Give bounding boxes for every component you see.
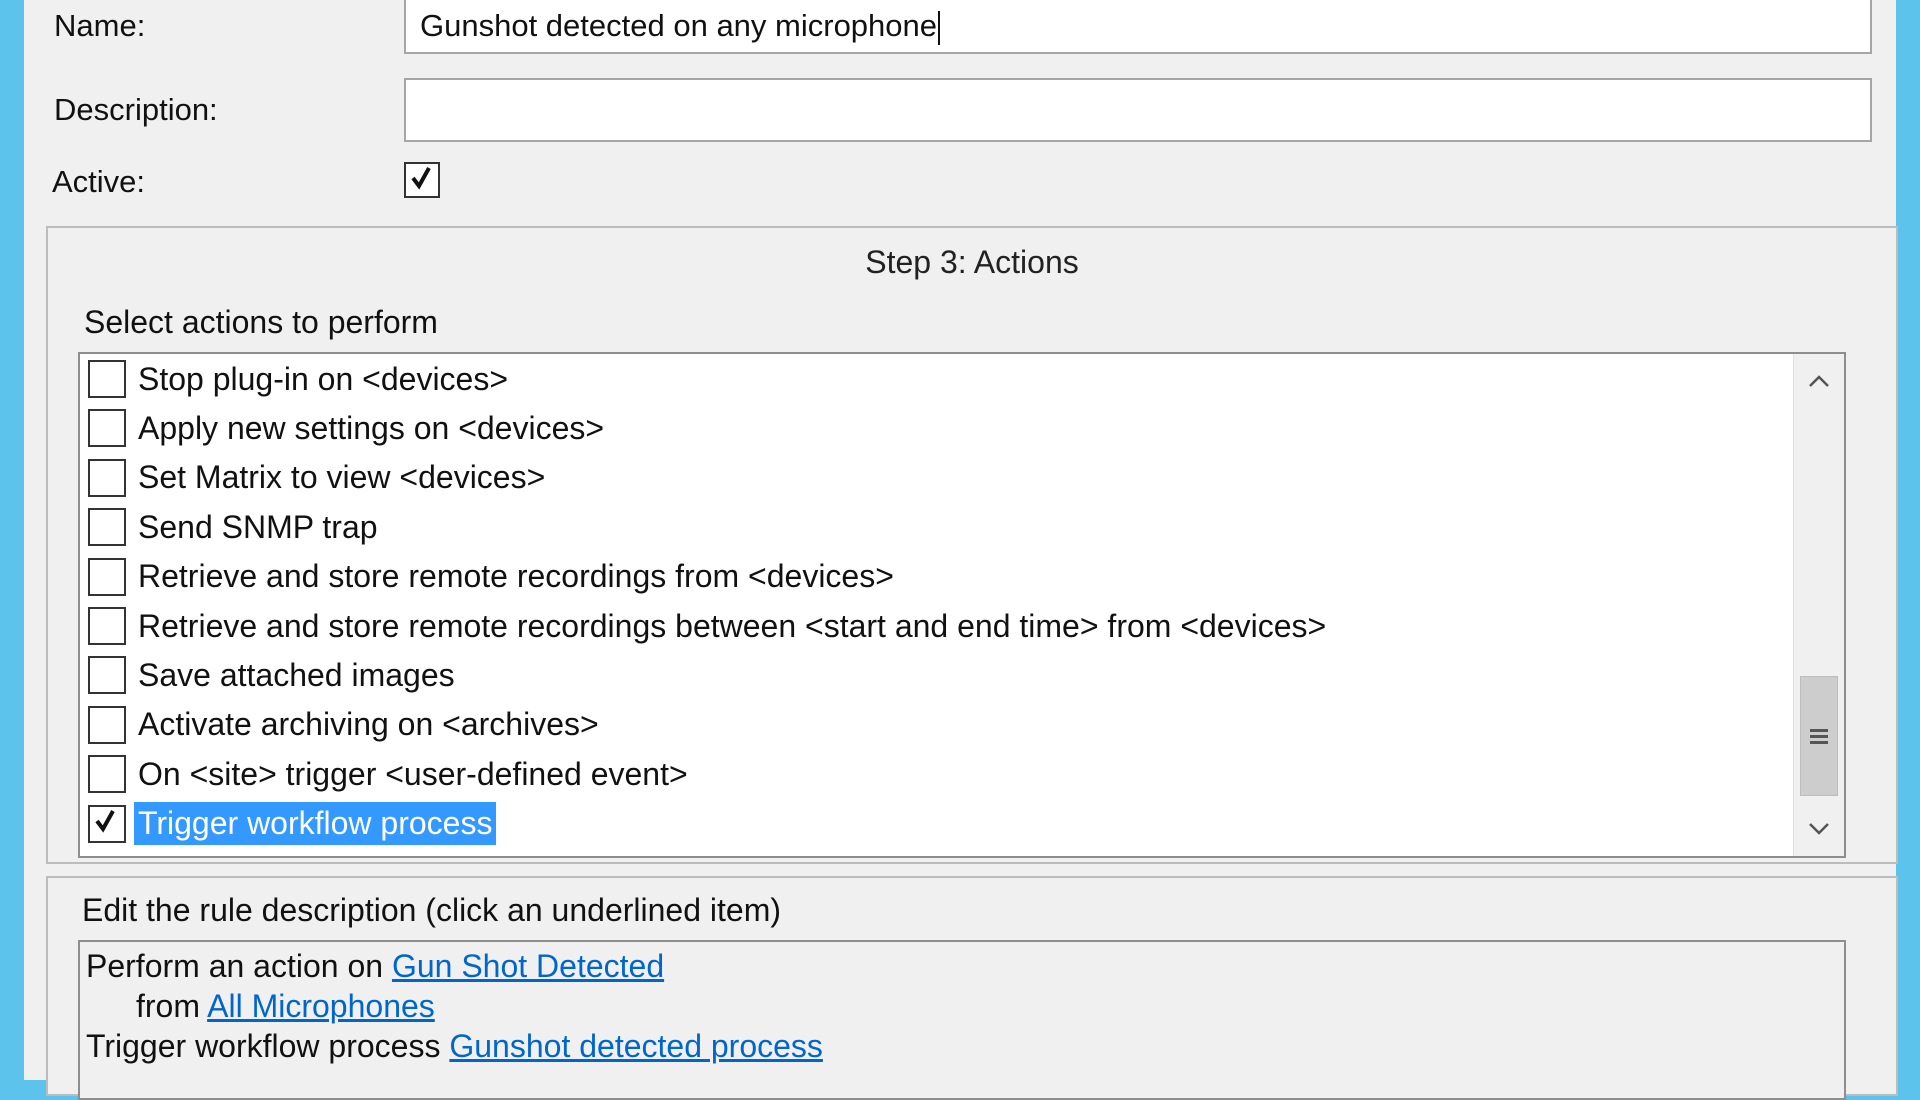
text-caret bbox=[938, 10, 941, 45]
action-item[interactable]: Send SNMP trap bbox=[88, 504, 382, 550]
action-checkbox[interactable] bbox=[88, 409, 126, 448]
scroll-thumb[interactable] bbox=[1800, 676, 1838, 796]
action-checkbox[interactable] bbox=[88, 656, 126, 695]
action-label: Send SNMP trap bbox=[138, 508, 378, 545]
action-checkbox[interactable] bbox=[88, 557, 126, 596]
rule-dialog: Name: Gunshot detected on any microphone… bbox=[24, 0, 1898, 1100]
action-item[interactable]: On <site> trigger <user-defined event> bbox=[88, 751, 692, 797]
source-link[interactable]: All Microphones bbox=[207, 988, 435, 1024]
name-value: Gunshot detected on any microphone bbox=[420, 8, 938, 43]
action-item[interactable]: Set Matrix to view <devices> bbox=[88, 455, 549, 501]
action-checkbox[interactable] bbox=[88, 755, 126, 794]
action-checkbox[interactable] bbox=[88, 458, 126, 497]
action-item[interactable]: Apply new settings on <devices> bbox=[88, 405, 608, 451]
action-label: Set Matrix to view <devices> bbox=[138, 459, 546, 496]
action-label: Retrieve and store remote recordings bet… bbox=[138, 607, 1327, 644]
select-actions-label: Select actions to perform bbox=[84, 304, 438, 340]
check-icon bbox=[95, 809, 115, 833]
rule-description-group: Edit the rule description (click an unde… bbox=[46, 876, 1898, 1100]
chevron-up-icon bbox=[1809, 375, 1829, 387]
grip-icon bbox=[1810, 729, 1828, 744]
action-item[interactable]: Trigger workflow process bbox=[88, 801, 497, 847]
rule-line-event: Perform an action on Gun Shot Detected bbox=[86, 948, 664, 985]
action-label: Stop plug-in on <devices> bbox=[138, 360, 509, 397]
action-label: Save attached images bbox=[138, 656, 455, 693]
rule-line-event-prefix: Perform an action on bbox=[86, 948, 392, 984]
description-label: Description: bbox=[54, 92, 218, 127]
action-label: Activate archiving on <archives> bbox=[138, 706, 599, 743]
action-checkbox[interactable] bbox=[88, 705, 126, 744]
rule-line-source: from All Microphones bbox=[136, 988, 435, 1025]
actions-list[interactable]: Stop plug-in on <devices> Apply new setti… bbox=[78, 352, 1846, 858]
scroll-up-button[interactable] bbox=[1794, 356, 1844, 406]
action-checkbox[interactable] bbox=[88, 508, 126, 547]
action-label: Trigger workflow process bbox=[134, 802, 497, 846]
vertical-scrollbar[interactable] bbox=[1793, 354, 1844, 856]
rule-line-action: Trigger workflow process Gunshot detecte… bbox=[86, 1028, 823, 1065]
workflow-link[interactable]: Gunshot detected process bbox=[449, 1028, 823, 1064]
event-link[interactable]: Gun Shot Detected bbox=[392, 948, 664, 984]
chevron-down-icon bbox=[1809, 823, 1829, 835]
step-title: Step 3: Actions bbox=[865, 244, 1079, 280]
name-label: Name: bbox=[54, 8, 146, 43]
action-item[interactable]: Save attached images bbox=[88, 652, 459, 698]
rule-line-action-prefix: Trigger workflow process bbox=[86, 1028, 450, 1064]
actions-group: Step 3: Actions Select actions to perfor… bbox=[46, 226, 1898, 864]
check-icon bbox=[411, 167, 431, 190]
active-checkbox[interactable] bbox=[404, 162, 440, 198]
action-label: Retrieve and store remote recordings fro… bbox=[138, 558, 894, 595]
name-field[interactable]: Gunshot detected on any microphone bbox=[404, 0, 1872, 54]
rule-line-source-prefix: from bbox=[136, 988, 208, 1024]
action-item[interactable]: Stop plug-in on <devices> bbox=[88, 356, 512, 402]
rule-description-box: Perform an action on Gun Shot Detected f… bbox=[78, 940, 1846, 1100]
action-item[interactable]: Activate archiving on <archives> bbox=[88, 702, 603, 748]
active-label: Active: bbox=[52, 164, 146, 199]
action-checkbox[interactable] bbox=[88, 804, 126, 843]
action-label: On <site> trigger <user-defined event> bbox=[138, 755, 688, 792]
scroll-down-button[interactable] bbox=[1794, 804, 1844, 854]
rule-description-title: Edit the rule description (click an unde… bbox=[82, 892, 781, 928]
action-item[interactable]: Retrieve and store remote recordings bet… bbox=[88, 603, 1330, 649]
action-label: Apply new settings on <devices> bbox=[138, 409, 605, 446]
description-field[interactable] bbox=[404, 78, 1872, 142]
action-item[interactable]: Retrieve and store remote recordings fro… bbox=[88, 554, 898, 600]
action-checkbox[interactable] bbox=[88, 360, 126, 398]
action-checkbox[interactable] bbox=[88, 607, 126, 645]
